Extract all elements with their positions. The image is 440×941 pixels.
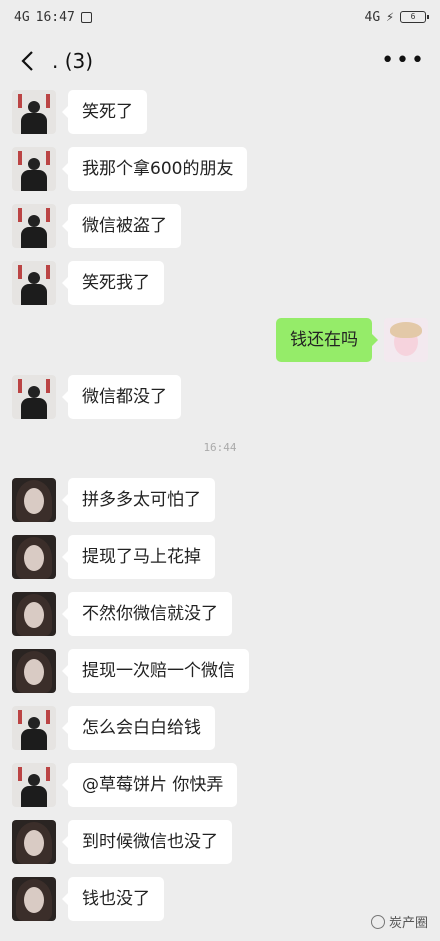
message-row: 钱还在吗 [276, 318, 428, 362]
message-bubble[interactable]: 怎么会白白给钱 [62, 706, 215, 750]
message-bubble[interactable]: 提现一次赔一个微信 [62, 649, 249, 693]
message-row: 我那个拿600的朋友 [12, 147, 248, 191]
message-bubble[interactable]: 钱也没了 [62, 877, 164, 921]
contact-avatar[interactable] [12, 706, 56, 750]
more-options-button[interactable]: ••• [381, 50, 426, 72]
notification-icon [80, 11, 92, 23]
chat-header: . (3) ••• [0, 34, 440, 88]
chat-title: . (3) [52, 49, 94, 73]
message-bubble[interactable]: 微信被盗了 [62, 204, 181, 248]
clock: 16:47 [35, 9, 75, 25]
chevron-left-icon [21, 51, 33, 71]
contact-avatar[interactable] [12, 820, 56, 864]
message-row: 提现一次赔一个微信 [12, 649, 249, 693]
watermark-label: 炭产圈 [388, 916, 428, 931]
back-button[interactable] [14, 46, 40, 76]
contact-avatar[interactable] [12, 478, 56, 522]
contact-avatar[interactable] [12, 90, 56, 134]
message-timestamp: 16:44 [203, 441, 237, 454]
message-row: 拼多多太可怕了 [12, 478, 215, 522]
battery-icon: 6 [400, 11, 429, 23]
contact-avatar[interactable] [12, 877, 56, 921]
contact-avatar[interactable] [12, 592, 56, 636]
message-row: 不然你微信就没了 [12, 592, 232, 636]
contact-avatar[interactable] [12, 535, 56, 579]
contact-avatar[interactable] [12, 147, 56, 191]
message-bubble[interactable]: @草莓饼片 你快弄 [61, 763, 238, 807]
message-row: 钱也没了 [12, 877, 164, 921]
contact-avatar[interactable] [12, 649, 56, 693]
watermark: 炭产圈 [370, 912, 428, 931]
message-bubble[interactable]: 笑死了 [62, 90, 147, 134]
network-indicator: 4G [14, 9, 30, 25]
contact-avatar[interactable] [12, 261, 56, 305]
message-row: 微信都没了 [12, 375, 181, 419]
message-bubble[interactable]: 到时候微信也没了 [62, 820, 232, 864]
message-row: 笑死了 [12, 90, 147, 134]
status-bar: 4G 16:47 4G ⚡ 6 [0, 0, 440, 34]
message-bubble[interactable]: 拼多多太可怕了 [62, 478, 215, 522]
message-row: 怎么会白白给钱 [12, 706, 215, 750]
network-indicator-right: 4G [364, 9, 381, 25]
message-row: 笑死我了 [12, 261, 164, 305]
message-bubble[interactable]: 微信都没了 [62, 375, 181, 419]
message-bubble[interactable]: 钱还在吗 [276, 318, 378, 362]
message-row: @草莓饼片 你快弄 [12, 763, 238, 807]
message-row: 到时候微信也没了 [12, 820, 232, 864]
contact-avatar[interactable] [12, 375, 56, 419]
message-bubble[interactable]: 不然你微信就没了 [62, 592, 232, 636]
message-row: 微信被盗了 [12, 204, 181, 248]
contact-avatar[interactable] [12, 204, 56, 248]
contact-avatar[interactable] [12, 763, 56, 807]
battery-level: 6 [410, 12, 416, 21]
charging-icon: ⚡ [386, 9, 394, 25]
message-row: 提现了马上花掉 [12, 535, 215, 579]
my-avatar[interactable] [384, 318, 428, 362]
message-bubble[interactable]: 笑死我了 [62, 261, 164, 305]
message-bubble[interactable]: 我那个拿600的朋友 [61, 147, 248, 191]
message-bubble[interactable]: 提现了马上花掉 [62, 535, 215, 579]
wechat-icon [370, 914, 385, 929]
